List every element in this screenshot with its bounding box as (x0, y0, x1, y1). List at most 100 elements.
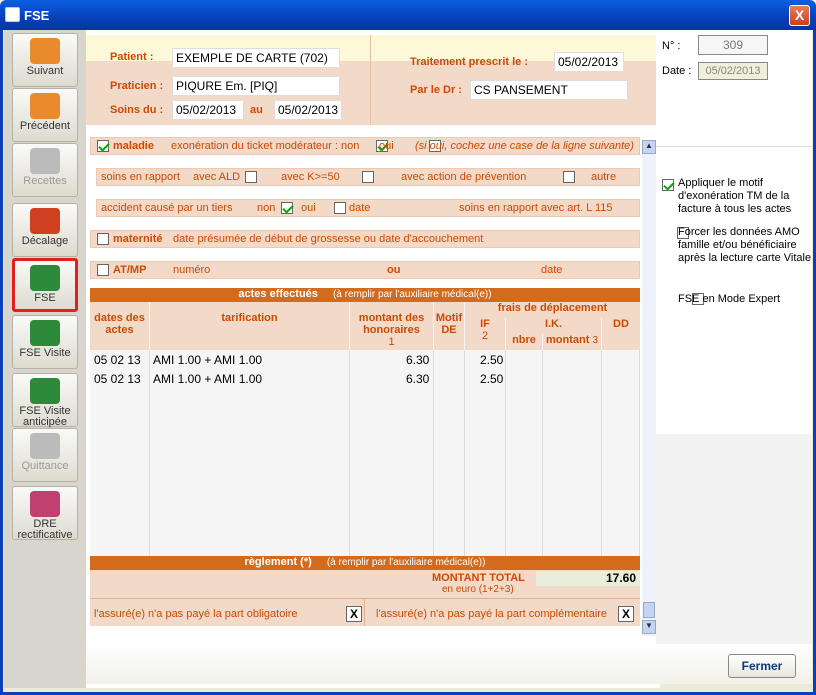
accident-date-label: date (349, 202, 371, 214)
maternite-checkbox[interactable] (97, 233, 109, 246)
traitement-field[interactable]: 05/02/2013 (554, 52, 624, 72)
col-montant-label: montant des honoraires (358, 312, 425, 336)
atmp-checkbox[interactable] (97, 264, 109, 277)
card-car-icon (30, 320, 60, 346)
num-label: N° : (662, 40, 681, 52)
atmp-date-label: date (541, 264, 563, 276)
row-if: 2.50 (480, 353, 504, 367)
card-reader-icon (30, 265, 60, 291)
sidebar-button-1[interactable]: Précédent (12, 88, 78, 142)
right-divider (656, 146, 812, 147)
accident-row: accident causé par un tiers non oui date… (96, 199, 664, 217)
maladie-checkbox[interactable] (97, 140, 109, 153)
prevention-checkbox[interactable] (563, 171, 576, 184)
col-if-number: 2 (481, 330, 489, 342)
option-label-0: Appliquer le motif d'exonération TM de l… (678, 177, 792, 215)
col-ikm-number: 3 (592, 335, 598, 346)
col-montant-number: 1 (388, 336, 395, 348)
row-montant: 6.30 (406, 372, 430, 386)
atmp-row: AT/MP numéro ou date (90, 261, 640, 279)
ald-checkbox[interactable] (245, 171, 257, 184)
fermer-button[interactable]: Fermer (728, 654, 796, 678)
reglement-title: règlement (*) (244, 556, 312, 568)
row-date: 05 02 13 (94, 353, 141, 367)
arrow-right-icon (30, 38, 60, 64)
oblig-checkbox[interactable]: X (346, 606, 362, 622)
sidebar-button-label: FSE (34, 292, 56, 304)
option-checkbox-0[interactable] (662, 179, 674, 192)
accident-oui-label: oui (301, 202, 316, 214)
actes-title-bar: actes effectués (à remplir par l'auxilia… (90, 288, 640, 302)
patient-field[interactable]: EXEMPLE DE CARTE (702) (172, 48, 340, 68)
footer-bar (86, 644, 812, 684)
soins-to-field[interactable]: 05/02/2013 (274, 100, 342, 120)
accident-non-checkbox[interactable] (281, 202, 293, 215)
euro-icon (30, 148, 60, 174)
col-motif-header: Motif DE (434, 302, 464, 350)
sidebar-button-label: Recettes (23, 175, 67, 187)
soins-rapport-label: soins en rapport (101, 171, 180, 183)
praticien-field[interactable]: PIQURE Em. [PIQ] (172, 76, 340, 96)
right-panel: N° : 309 Date : 05/02/2013 Appliquer le … (656, 30, 812, 660)
dr-field[interactable]: CS PANSEMENT (470, 80, 628, 100)
sidebar-button-label: FSE Visite (19, 347, 71, 359)
table-row[interactable]: 05 02 13 AMI 1.00 + AMI 1.00 6.30 2.50 (90, 369, 640, 388)
autre-label: autre (591, 171, 617, 183)
sidebar-button-0[interactable]: Suivant (12, 33, 78, 87)
atmp-numero-label: numéro (173, 264, 211, 276)
col-frais-header: frais de déplacement (465, 302, 640, 318)
maternite-row: maternité date présumée de début de gros… (90, 230, 640, 248)
total-sub: en euro (1+2+3) (442, 584, 514, 595)
scrollbar[interactable]: ▲ ▼ (642, 140, 656, 636)
date-label: Date : (662, 65, 692, 77)
au-label: au (250, 104, 263, 116)
option-label-1: Forcer les données AMO famille et/ou bén… (678, 226, 812, 264)
maternite-desc: date présumée de début de grossesse ou d… (173, 233, 484, 245)
sidebar-button-5[interactable]: FSE Visite (12, 315, 78, 369)
close-button[interactable]: X (789, 5, 810, 26)
calendar-icon (30, 208, 60, 234)
maternite-label: maternité (113, 233, 163, 245)
sidebar-button-label: FSE Visite anticipée (19, 405, 71, 428)
card-car-forward-icon (30, 378, 60, 404)
soins-from-field[interactable]: 05/02/2013 (172, 100, 244, 120)
arrow-left-icon (30, 93, 60, 119)
traitement-label: Traitement prescrit le : (410, 56, 528, 68)
col-ik-header: I.K. (506, 318, 601, 334)
reglement-block: règlement (*) (à remplir par l'auxiliair… (90, 556, 640, 626)
sidebar-button-7[interactable]: Quittance (12, 428, 78, 482)
compl-checkbox[interactable]: X (618, 606, 634, 622)
scroll-up-icon[interactable]: ▲ (642, 140, 656, 154)
row-montant: 6.30 (406, 353, 430, 367)
window-title: FSE (24, 8, 50, 23)
table-row[interactable]: 05 02 13 AMI 1.00 + AMI 1.00 6.30 2.50 (90, 350, 640, 369)
reglement-vdivider (364, 598, 365, 626)
col-dates-header: dates des actes (90, 302, 149, 350)
row-if: 2.50 (480, 372, 504, 386)
exo-hint: (si oui, cochez une case de la ligne sui… (415, 140, 634, 152)
col-if-header: IF 2 (465, 318, 505, 350)
k50-checkbox[interactable] (362, 171, 375, 184)
atmp-label: AT/MP (113, 264, 147, 276)
col-if-label: IF (480, 318, 490, 330)
scroll-thumb[interactable] (643, 602, 655, 618)
accident-label: accident causé par un tiers (101, 202, 233, 214)
maladie-row: maladie exonération du ticket modérateur… (90, 137, 640, 155)
sidebar-button-3[interactable]: Décalage (12, 203, 78, 257)
reglement-divider (90, 598, 640, 599)
sidebar-button-6[interactable]: FSE Visite anticipée (12, 373, 78, 428)
option-label-2: FSE en Mode Expert (678, 293, 781, 305)
scroll-down-icon[interactable]: ▼ (642, 620, 656, 634)
sidebar: Suivant Précédent Recettes Décalage FSE FSE V… (4, 30, 86, 688)
accident-oui-checkbox[interactable] (334, 202, 347, 215)
sidebar-button-8[interactable]: DRE rectificative (12, 486, 78, 541)
sidebar-button-2[interactable]: Recettes (12, 143, 78, 197)
title-bar[interactable]: FSE X (0, 0, 816, 30)
exo-label: exonération du ticket modérateur : non (171, 140, 360, 152)
sidebar-button-label: DRE rectificative (17, 518, 73, 541)
patient-label: Patient : (110, 51, 154, 63)
sidebar-button-4[interactable]: FSE (12, 258, 78, 312)
soins-row: soins en rapport avec ALD avec K>=50 ave… (96, 168, 679, 186)
exo-oui-label: oui (379, 140, 394, 152)
prevention-label: avec action de prévention (401, 171, 527, 183)
